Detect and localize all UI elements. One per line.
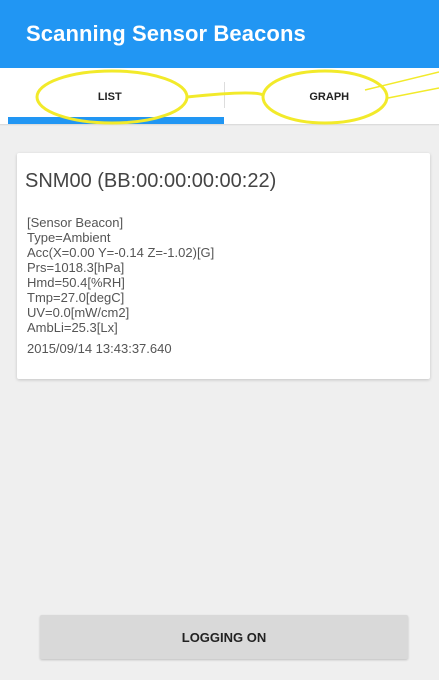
- app-title: Scanning Sensor Beacons: [26, 21, 306, 46]
- detail-line: UV=0.0[mW/cm2]: [27, 305, 130, 320]
- detail-line: [Sensor Beacon]: [27, 215, 124, 230]
- tab-divider: [224, 82, 225, 108]
- detail-line: Acc(X=0.00 Y=-0.14 Z=-1.02)[G]: [27, 245, 215, 260]
- detail-line: Tmp=27.0[degC]: [27, 290, 125, 305]
- logging-button-label: LOGGING ON: [181, 629, 267, 645]
- tab-graph[interactable]: GRAPH: [220, 68, 439, 125]
- tab-graph-label: GRAPH: [309, 90, 350, 103]
- beacon-timestamp: 2015/09/14 13:43:37.640: [27, 341, 172, 356]
- tab-bar-shadow: [0, 124, 439, 126]
- beacon-title: SNM00 (BB:00:00:00:00:22): [25, 170, 277, 192]
- tab-list-label: LIST: [97, 90, 122, 103]
- detail-line: AmbLi=25.3[Lx]: [27, 320, 118, 335]
- app-screen: Scanning Sensor Beacons LIST GRAPH SNM00…: [0, 0, 439, 680]
- logging-on-button[interactable]: LOGGING ON: [40, 615, 408, 659]
- beacon-details: [Sensor Beacon] Type=Ambient Acc(X=0.00 …: [25, 215, 430, 335]
- app-bar: Scanning Sensor Beacons: [0, 0, 439, 68]
- detail-line: Prs=1018.3[hPa]: [27, 260, 125, 275]
- detail-line: Type=Ambient: [27, 230, 111, 245]
- detail-line: Hmd=50.4[%RH]: [27, 275, 125, 290]
- selected-tab-indicator: [8, 117, 224, 124]
- beacon-card[interactable]: SNM00 (BB:00:00:00:00:22) [Sensor Beacon…: [17, 153, 430, 379]
